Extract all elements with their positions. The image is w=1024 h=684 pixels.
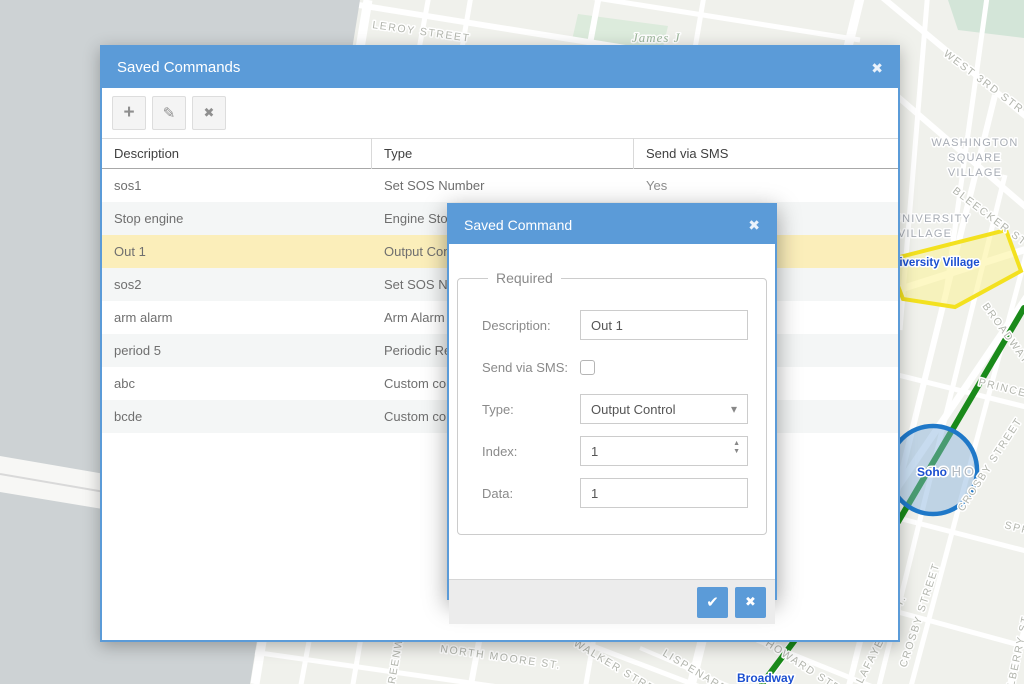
delete-command-button[interactable]: ✖ <box>192 96 226 130</box>
spin-up-icon[interactable]: ▲ <box>733 440 740 447</box>
app-stage: LEROY STREET WEST 3RD STR BLEECKER ST BR… <box>0 0 1024 684</box>
form-footer: ✔ ✖ <box>449 579 775 624</box>
edit-command-button[interactable]: ✎ <box>152 96 186 130</box>
index-field[interactable] <box>580 436 748 466</box>
saved-command-dialog: Saved Command ✖ Required Description: Se… <box>447 203 777 600</box>
type-select[interactable]: Output Control ▾ <box>580 394 748 424</box>
dialog-title: Saved Command <box>464 217 572 233</box>
column-header-description[interactable]: Description <box>102 138 372 169</box>
cell-description: Stop engine <box>102 211 372 226</box>
cell-description: bcde <box>102 409 372 424</box>
description-field[interactable] <box>580 310 748 340</box>
sms-checkbox[interactable] <box>580 360 595 375</box>
index-label: Index: <box>482 444 580 459</box>
cell-description: abc <box>102 376 372 391</box>
chevron-down-icon: ▾ <box>731 402 737 416</box>
data-field[interactable] <box>580 478 748 508</box>
geofence-label-soho: Soho <box>917 465 947 479</box>
cell-description: period 5 <box>102 343 372 358</box>
close-icon[interactable]: ✖ <box>748 218 760 232</box>
type-select-value: Output Control <box>591 402 731 417</box>
area-label: UNIVERSITY <box>893 213 971 225</box>
area-label: SQUARE <box>948 152 1002 164</box>
cell-sms: Yes <box>634 178 898 193</box>
data-label: Data: <box>482 486 580 501</box>
cell-description: sos1 <box>102 178 372 193</box>
saved-commands-titlebar[interactable]: Saved Commands ✖ <box>102 47 898 88</box>
spin-down-icon[interactable]: ▼ <box>733 448 740 455</box>
column-header-sms[interactable]: Send via SMS <box>634 146 898 161</box>
saved-command-form: Required Description: Send via SMS: Type… <box>449 270 775 624</box>
fieldset-legend: Required <box>488 270 561 286</box>
required-fieldset: Required Description: Send via SMS: Type… <box>457 270 767 535</box>
geofence-label-broadway: Broadway <box>737 671 795 684</box>
table-row[interactable]: sos1 Set SOS Number Yes <box>102 169 898 202</box>
description-label: Description: <box>482 318 580 333</box>
sms-label: Send via SMS: <box>482 360 580 375</box>
commands-toolbar: + ✎ ✖ <box>102 88 898 138</box>
table-header: Description Type Send via SMS <box>102 138 898 169</box>
type-label: Type: <box>482 402 580 417</box>
park-label: James J <box>632 30 681 45</box>
area-label: WASHINGTON <box>931 137 1018 149</box>
confirm-button[interactable]: ✔ <box>697 587 728 618</box>
cell-description: sos2 <box>102 277 372 292</box>
area-label: VILLAGE <box>898 228 952 240</box>
cell-description: arm alarm <box>102 310 372 325</box>
cell-description: Out 1 <box>102 244 372 259</box>
cell-type: Set SOS Number <box>372 178 634 193</box>
area-label: VILLAGE <box>948 167 1002 179</box>
close-icon[interactable]: ✖ <box>871 61 883 75</box>
cancel-button[interactable]: ✖ <box>735 587 766 618</box>
saved-command-titlebar[interactable]: Saved Command ✖ <box>449 205 775 244</box>
add-command-button[interactable]: + <box>112 96 146 130</box>
dialog-title: Saved Commands <box>117 59 240 76</box>
column-header-type[interactable]: Type <box>372 138 634 169</box>
